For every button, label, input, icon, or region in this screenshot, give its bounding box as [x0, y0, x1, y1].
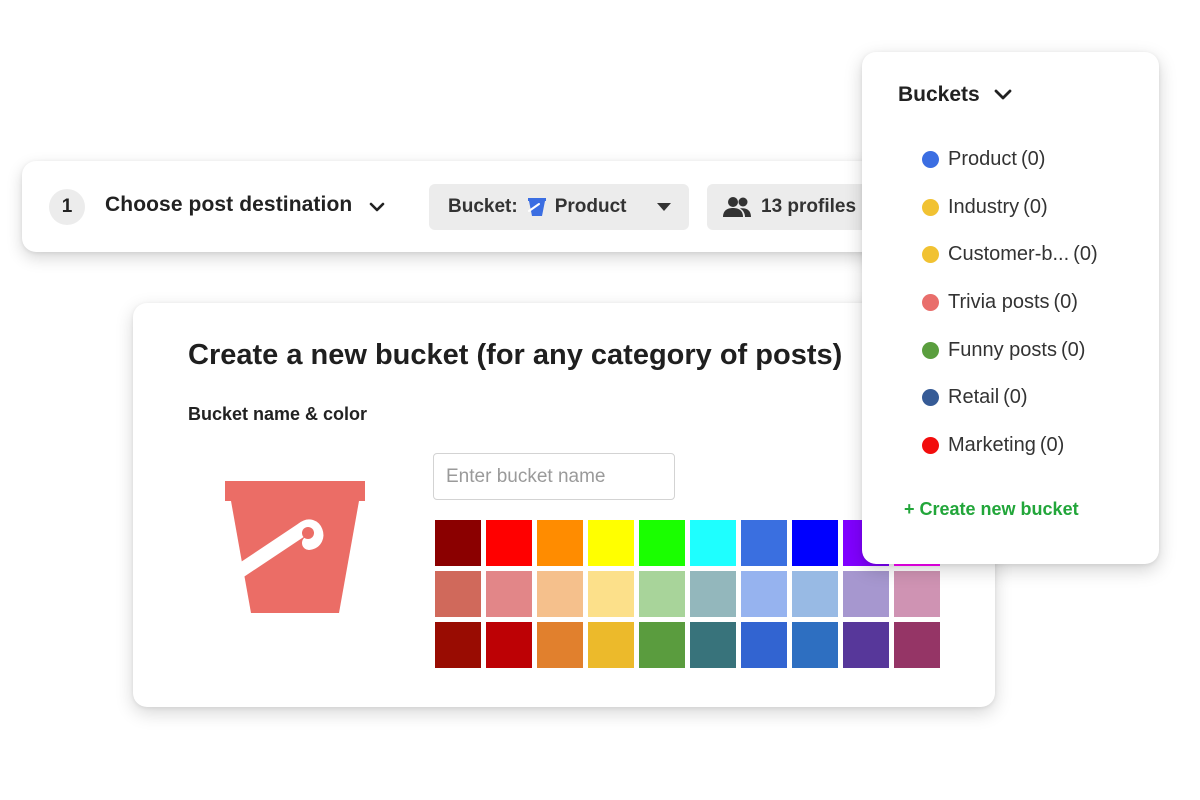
color-swatch[interactable]: [690, 622, 736, 668]
color-swatch[interactable]: [588, 520, 634, 566]
bucket-list-item[interactable]: Retail (0): [922, 374, 1098, 422]
color-swatch[interactable]: [690, 571, 736, 617]
color-swatch[interactable]: [741, 622, 787, 668]
bucket-list-item-count: (0): [1003, 386, 1028, 409]
color-swatch[interactable]: [486, 571, 532, 617]
color-swatch[interactable]: [537, 622, 583, 668]
bucket-list-item-count: (0): [1023, 195, 1048, 218]
color-swatch[interactable]: [894, 622, 940, 668]
card-title: Create a new bucket (for any category of…: [188, 339, 843, 371]
bucket-icon: [225, 481, 365, 613]
color-swatch[interactable]: [741, 520, 787, 566]
buckets-dropdown-title: Buckets: [898, 83, 980, 106]
bucket-color-dot: [922, 341, 939, 359]
color-swatch[interactable]: [741, 571, 787, 617]
bucket-list-item[interactable]: Marketing (0): [922, 422, 1098, 470]
stage: Create a new bucket (for any category of…: [0, 0, 1200, 800]
color-swatch[interactable]: [894, 571, 940, 617]
bucket-name-input[interactable]: [433, 453, 675, 500]
color-swatch[interactable]: [537, 571, 583, 617]
color-swatch[interactable]: [792, 520, 838, 566]
create-new-bucket-link[interactable]: + Create new bucket: [904, 499, 1079, 520]
color-swatch[interactable]: [843, 622, 889, 668]
bucket-list-item[interactable]: Industry (0): [922, 184, 1098, 232]
bucket-list-item-count: (0): [1020, 148, 1046, 171]
buckets-dropdown-header[interactable]: Buckets: [898, 83, 1012, 107]
color-swatch[interactable]: [435, 520, 481, 566]
bucket-name-color-label: Bucket name & color: [188, 404, 368, 424]
bucket-color-dot: [922, 294, 939, 312]
bucket-list-item-count: (0): [1073, 243, 1098, 266]
bucket-list-item-count: (0): [1039, 433, 1065, 456]
color-swatch[interactable]: [639, 571, 685, 617]
bucket-list-item[interactable]: Trivia posts (0): [922, 279, 1098, 327]
buckets-list: Product (0) Industry (0) Customer-b... (0) Tri…: [922, 136, 1098, 469]
bucket-color-dot: [922, 389, 939, 407]
bucket-list-item-label: Retail: [948, 386, 1000, 409]
color-swatch[interactable]: [435, 622, 481, 668]
bucket-select[interactable]: Bucket: Product: [429, 184, 689, 230]
bucket-list-item-label: Product: [948, 148, 1017, 171]
color-swatch[interactable]: [537, 520, 583, 566]
bucket-list-item-count: (0): [1060, 338, 1086, 361]
bucket-list-item-count: (0): [1053, 291, 1078, 314]
people-icon: [723, 197, 751, 217]
color-swatch[interactable]: [639, 622, 685, 668]
post-destination-bar: 1 Choose post destination Bucket: Produc…: [22, 161, 928, 252]
bucket-select-value: Product: [554, 196, 627, 217]
color-swatch[interactable]: [588, 622, 634, 668]
chevron-down-icon: [994, 89, 1012, 100]
bucket-list-item-label: Funny posts: [948, 338, 1057, 361]
bucket-list-item-label: Customer-b...: [948, 243, 1070, 266]
color-swatch[interactable]: [435, 571, 481, 617]
destination-title[interactable]: Choose post destination: [105, 193, 352, 217]
color-swatch[interactable]: [588, 571, 634, 617]
caret-down-icon: [657, 203, 671, 211]
color-swatch[interactable]: [486, 520, 532, 566]
chevron-down-icon[interactable]: [368, 199, 386, 215]
color-swatch[interactable]: [639, 520, 685, 566]
bucket-color-dot: [922, 246, 939, 264]
color-swatch[interactable]: [690, 520, 736, 566]
bucket-list-item[interactable]: Funny posts (0): [922, 326, 1098, 374]
profiles-count-label: 13 profiles: [761, 196, 857, 217]
color-swatch[interactable]: [792, 622, 838, 668]
bucket-list-item[interactable]: Product (0): [922, 136, 1098, 184]
bucket-list-item-label: Marketing: [948, 433, 1036, 456]
bucket-list-item[interactable]: Customer-b... (0): [922, 231, 1098, 279]
buckets-dropdown: Buckets Product (0) Industry (0) Customer-b.…: [862, 52, 1159, 564]
color-swatch[interactable]: [792, 571, 838, 617]
bucket-icon: [527, 198, 546, 216]
step-number-badge: 1: [49, 189, 85, 225]
bucket-color-dot: [922, 151, 939, 169]
bucket-list-item-label: Industry: [948, 195, 1020, 218]
bucket-color-dot: [922, 198, 939, 216]
bucket-list-item-label: Trivia posts: [948, 291, 1050, 314]
bucket-select-label: Bucket:: [448, 196, 518, 217]
bucket-color-dot: [922, 436, 939, 454]
color-swatch[interactable]: [843, 571, 889, 617]
color-swatch[interactable]: [486, 622, 532, 668]
